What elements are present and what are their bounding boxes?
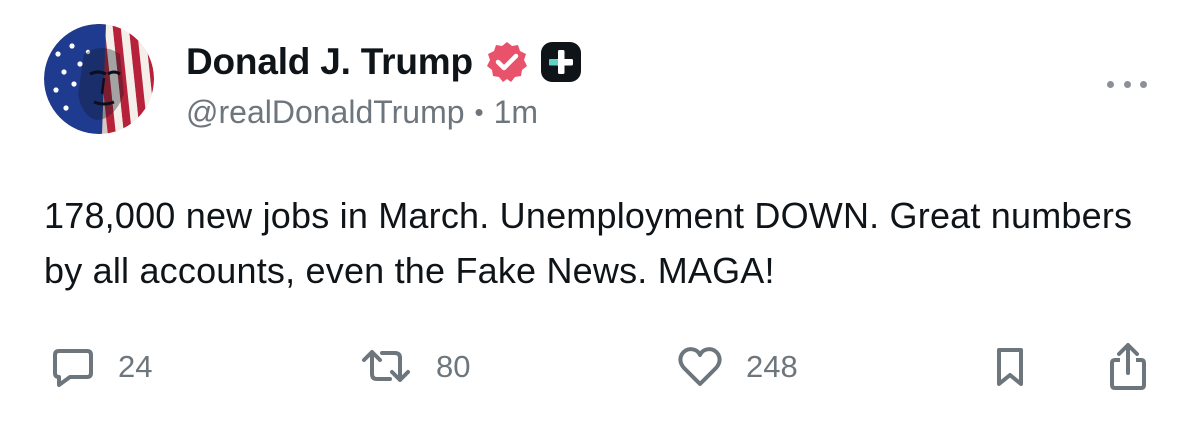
reply-button[interactable]: 24 bbox=[50, 342, 152, 392]
author-handle[interactable]: @realDonaldTrump bbox=[186, 94, 465, 131]
bookmark-button[interactable] bbox=[990, 342, 1030, 392]
repost-arrows-icon bbox=[362, 350, 410, 382]
bookmark-icon bbox=[997, 348, 1023, 386]
speech-bubble-icon bbox=[53, 349, 93, 387]
repost-button[interactable]: 80 bbox=[358, 342, 470, 392]
like-button[interactable]: 248 bbox=[676, 342, 798, 392]
reply-count: 24 bbox=[118, 349, 153, 384]
more-options-button[interactable] bbox=[1107, 78, 1147, 90]
share-button[interactable] bbox=[1106, 342, 1150, 392]
author-meta-row: @realDonaldTrump • 1m bbox=[186, 94, 538, 131]
plus-badge-icon bbox=[539, 40, 583, 84]
flag-portrait-avatar-icon bbox=[44, 24, 154, 134]
repost-count: 80 bbox=[436, 349, 471, 384]
ellipsis-icon bbox=[1107, 80, 1114, 88]
share-icon bbox=[1110, 343, 1146, 390]
verified-check-icon bbox=[485, 40, 529, 84]
post-card: Donald J. Trump @realDonaldTrump • 1m 17… bbox=[0, 0, 1199, 428]
like-count: 248 bbox=[746, 349, 798, 384]
post-text: 178,000 new jobs in March. Unemployment … bbox=[44, 195, 1133, 291]
author-name-row: Donald J. Trump bbox=[186, 34, 583, 90]
heart-icon bbox=[678, 347, 722, 386]
author-avatar[interactable] bbox=[44, 24, 154, 134]
post-timestamp[interactable]: 1m bbox=[494, 94, 538, 131]
author-display-name[interactable]: Donald J. Trump bbox=[186, 41, 473, 83]
ellipsis-icon bbox=[1123, 80, 1131, 88]
post-actions: 24 80 248 bbox=[0, 342, 1199, 392]
ellipsis-icon bbox=[1140, 80, 1147, 88]
meta-separator: • bbox=[474, 97, 484, 127]
